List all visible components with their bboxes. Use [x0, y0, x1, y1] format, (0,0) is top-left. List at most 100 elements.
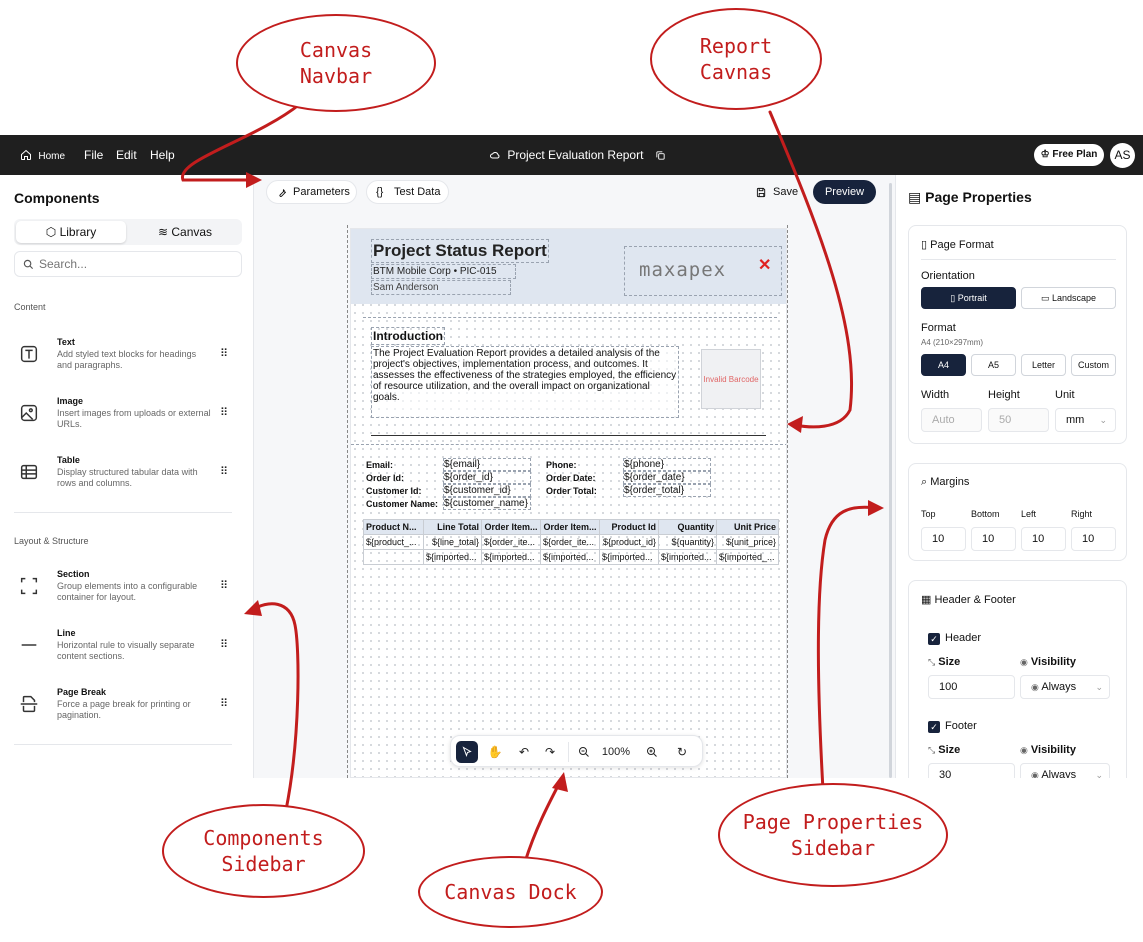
- tab-library[interactable]: ⬡ Library: [16, 221, 126, 243]
- test-data-label: Test Data: [394, 186, 441, 198]
- order-id-value[interactable]: ${order_id}: [443, 471, 531, 484]
- drag-handle-icon[interactable]: ⠿: [220, 579, 228, 592]
- column-header[interactable]: Order Item...: [540, 519, 600, 535]
- component-image[interactable]: Image Insert images from uploads or exte…: [14, 396, 236, 444]
- report-title[interactable]: Project Status Report: [371, 239, 549, 263]
- component-table[interactable]: Table Display structured tabular data wi…: [14, 455, 236, 503]
- component-text[interactable]: Text Add styled text blocks for headings…: [14, 337, 236, 385]
- header-visibility-select[interactable]: ◉ Always ⌄: [1020, 675, 1110, 699]
- table-cell[interactable]: [363, 549, 424, 565]
- format-custom-button[interactable]: Custom: [1071, 354, 1116, 376]
- column-header[interactable]: Product Id: [599, 519, 659, 535]
- free-plan-button[interactable]: ♔ Free Plan: [1034, 144, 1104, 166]
- drag-handle-icon[interactable]: ⠿: [220, 347, 228, 360]
- callout-canvas-navbar: Canvas Navbar: [236, 14, 436, 112]
- user-avatar[interactable]: AS: [1110, 143, 1135, 168]
- preview-button[interactable]: Preview: [813, 180, 876, 204]
- unit-select[interactable]: mm ⌄: [1055, 408, 1116, 432]
- home-link[interactable]: Home: [20, 148, 65, 162]
- table-cell[interactable]: ${order_ite...: [481, 534, 541, 550]
- zoom-in-button[interactable]: [641, 741, 663, 763]
- eye-icon: ◉: [1031, 682, 1039, 692]
- height-input[interactable]: 50: [988, 408, 1049, 432]
- undo-button[interactable]: ↶: [513, 741, 535, 763]
- table-cell[interactable]: ${quantity}: [658, 534, 717, 550]
- table-cell[interactable]: ${imported...: [599, 549, 659, 565]
- table-cell[interactable]: ${imported...: [423, 549, 482, 565]
- column-header[interactable]: Quantity: [658, 519, 717, 535]
- copy-icon[interactable]: [655, 150, 666, 161]
- table-cell[interactable]: ${product_id}: [599, 534, 659, 550]
- menu-edit[interactable]: Edit: [116, 148, 137, 162]
- resize-icon: ⤡: [928, 657, 936, 667]
- phone-value[interactable]: ${phone}: [623, 458, 711, 471]
- format-letter-button[interactable]: Letter: [1021, 354, 1066, 376]
- barcode-placeholder[interactable]: Invalid Barcode: [701, 349, 761, 409]
- product-table[interactable]: Product N... Line Total Order Item... Or…: [363, 519, 779, 565]
- document-title[interactable]: Project Evaluation Report: [489, 148, 666, 162]
- column-header[interactable]: Product N...: [363, 519, 424, 535]
- margin-left-input[interactable]: 10: [1021, 527, 1066, 551]
- pan-tool-button[interactable]: ✋: [484, 741, 506, 763]
- component-section[interactable]: Section Group elements into a configurab…: [14, 569, 236, 617]
- footer-size-input[interactable]: 30: [928, 763, 1015, 778]
- tab-canvas[interactable]: ≋ Canvas: [130, 221, 240, 243]
- column-header[interactable]: Order Item...: [481, 519, 541, 535]
- zoom-out-button[interactable]: [573, 741, 595, 763]
- footer-visibility-select[interactable]: ◉ Always ⌄: [1020, 763, 1110, 778]
- order-date-value[interactable]: ${order_date}: [623, 471, 711, 484]
- margin-bottom-input[interactable]: 10: [971, 527, 1016, 551]
- test-data-button[interactable]: {} Test Data: [366, 180, 449, 204]
- width-input[interactable]: Auto: [921, 408, 982, 432]
- margin-top-label: Top: [921, 509, 936, 519]
- parameters-button[interactable]: Parameters: [266, 180, 357, 204]
- table-cell[interactable]: ${product_...: [363, 534, 424, 550]
- horizontal-line[interactable]: [371, 435, 766, 436]
- canvas-scrollbar[interactable]: [889, 183, 892, 778]
- footer-checkbox[interactable]: ✓: [928, 721, 940, 733]
- drag-handle-icon[interactable]: ⠿: [220, 465, 228, 478]
- drag-handle-icon[interactable]: ⠿: [220, 638, 228, 651]
- menu-help[interactable]: Help: [150, 148, 175, 162]
- table-cell[interactable]: ${imported...: [540, 549, 600, 565]
- margin-bottom-label: Bottom: [971, 509, 1000, 519]
- landscape-button[interactable]: ▭ Landscape: [1021, 287, 1116, 309]
- report-company[interactable]: BTM Mobile Corp • PIC-015: [371, 264, 516, 279]
- table-cell[interactable]: ${unit_price}: [716, 534, 779, 550]
- header-checkbox[interactable]: ✓: [928, 633, 940, 645]
- select-tool-button[interactable]: [456, 741, 478, 763]
- table-cell[interactable]: ${order_ite...: [540, 534, 600, 550]
- margin-top-input[interactable]: 10: [921, 527, 966, 551]
- component-line[interactable]: Line Horizontal rule to visually separat…: [14, 628, 236, 676]
- component-desc: Add styled text blocks for headings and …: [57, 349, 197, 370]
- report-author[interactable]: Sam Anderson: [371, 280, 511, 295]
- component-page-break[interactable]: Page Break Force a page break for printi…: [14, 687, 236, 735]
- table-cell[interactable]: ${line_total}: [423, 534, 482, 550]
- email-value[interactable]: ${email}: [443, 458, 531, 471]
- format-a5-button[interactable]: A5: [971, 354, 1016, 376]
- report-logo[interactable]: maxapex ✕: [624, 246, 782, 296]
- portrait-button[interactable]: ▯ Portrait: [921, 287, 1016, 309]
- drag-handle-icon[interactable]: ⠿: [220, 697, 228, 710]
- table-cell[interactable]: ${imported_...: [716, 549, 779, 565]
- customer-name-value[interactable]: ${customer_name}: [443, 497, 531, 510]
- column-header[interactable]: Unit Price: [716, 519, 779, 535]
- search-input[interactable]: [39, 256, 229, 272]
- header-size-input[interactable]: 100: [928, 675, 1015, 699]
- reset-zoom-button[interactable]: ↻: [671, 741, 693, 763]
- intro-paragraph[interactable]: The Project Evaluation Report provides a…: [371, 346, 679, 418]
- save-button[interactable]: Save: [746, 180, 806, 204]
- table-cell[interactable]: ${imported...: [658, 549, 717, 565]
- report-page[interactable]: Project Status Report BTM Mobile Corp • …: [350, 228, 787, 778]
- order-total-value[interactable]: ${order_total}: [623, 484, 711, 497]
- drag-handle-icon[interactable]: ⠿: [220, 406, 228, 419]
- redo-button[interactable]: ↷: [539, 741, 561, 763]
- format-a4-button[interactable]: A4: [921, 354, 966, 376]
- document-title-text: Project Evaluation Report: [507, 148, 644, 162]
- margin-right-input[interactable]: 10: [1071, 527, 1116, 551]
- table-cell[interactable]: ${imported...: [481, 549, 541, 565]
- intro-title[interactable]: Introduction: [371, 327, 445, 345]
- column-header[interactable]: Line Total: [423, 519, 482, 535]
- customer-id-value[interactable]: ${customer_id}: [443, 484, 531, 497]
- menu-file[interactable]: File: [84, 148, 103, 162]
